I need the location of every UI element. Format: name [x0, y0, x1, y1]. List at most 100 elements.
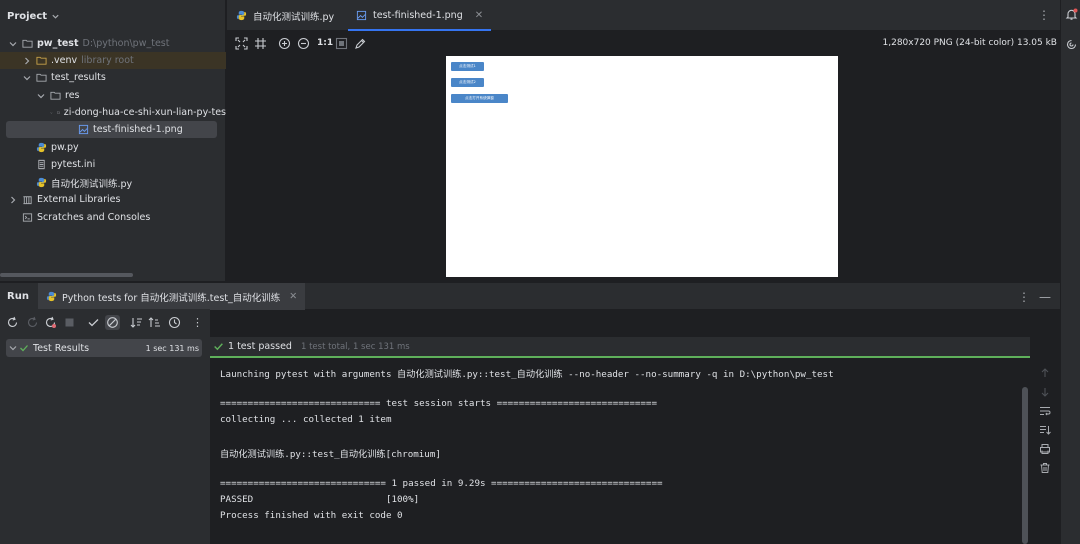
- tree-item-label: pw.py: [51, 142, 79, 153]
- arrow-up-icon[interactable]: [1039, 367, 1051, 379]
- project-view-selector[interactable]: Project: [0, 0, 226, 32]
- tree-item-pytest-ini[interactable]: pytest.ini: [0, 156, 226, 173]
- soft-wrap-icon[interactable]: [1039, 405, 1051, 417]
- image-preview: 点击测试1 点击测试2 点击打开系统弹窗: [446, 56, 838, 277]
- minimize-icon[interactable]: —: [1039, 290, 1051, 304]
- rerun-failed-icon[interactable]: [26, 316, 39, 329]
- scroll-to-end-icon[interactable]: [1039, 424, 1051, 436]
- zoom-in-icon[interactable]: [278, 37, 291, 50]
- run-configuration-tab[interactable]: Python tests for 自动化测试训练.test_自动化训练 ✕: [38, 283, 306, 310]
- console-line: ============================== 1 passed …: [220, 478, 663, 489]
- tree-item-test-finished-png[interactable]: test-finished-1.png: [6, 121, 217, 138]
- tree-item-label: External Libraries: [37, 194, 121, 205]
- notifications-icon[interactable]: [1065, 8, 1078, 21]
- tree-item-test-results[interactable]: test_results: [0, 69, 226, 86]
- check-icon: [19, 343, 29, 353]
- right-tool-strip: [1060, 0, 1080, 544]
- close-icon[interactable]: ✕: [475, 10, 483, 21]
- more-options-icon[interactable]: ⋮: [191, 316, 204, 329]
- tree-item-label: res: [65, 90, 80, 101]
- print-icon[interactable]: [1039, 443, 1051, 455]
- image-file-icon: [356, 10, 367, 21]
- test-status-bar: 1 test passed 1 test total, 1 sec 131 ms: [210, 337, 1030, 358]
- tab-label: test-finished-1.png: [373, 10, 463, 21]
- color-picker-icon[interactable]: [354, 37, 367, 50]
- rerun-icon[interactable]: [6, 316, 19, 329]
- console-line: ============================= test sessi…: [220, 398, 657, 409]
- show-passed-icon[interactable]: [87, 316, 100, 329]
- ai-assistant-icon[interactable]: [1065, 38, 1078, 51]
- console-side-toolbar: [1030, 358, 1060, 544]
- tree-item-label: pw_test: [37, 38, 79, 49]
- run-tool-header: Run Python tests for 自动化测试训练.test_自动化训练 …: [0, 282, 1060, 310]
- chevron-down-icon[interactable]: [36, 91, 46, 101]
- image-canvas: 点击测试1 点击测试2 点击打开系统弹窗: [227, 56, 1060, 281]
- test-results-node[interactable]: Test Results 1 sec 131 ms: [6, 339, 202, 357]
- actual-size-button[interactable]: 1:1: [317, 38, 333, 48]
- settings-file-icon: [36, 159, 47, 170]
- preview-button: 点击打开系统弹窗: [451, 94, 508, 103]
- zoom-out-icon[interactable]: [297, 37, 310, 50]
- status-total: 1 test total, 1 sec 131 ms: [300, 341, 410, 352]
- folder-icon: [36, 72, 47, 83]
- test-results-label: Test Results: [33, 342, 90, 354]
- run-tab-label: Python tests for 自动化测试训练.test_自动化训练: [62, 292, 281, 304]
- fit-to-window-icon[interactable]: [235, 37, 248, 50]
- folder-icon: [56, 107, 60, 118]
- folder-icon: [22, 38, 33, 49]
- folder-icon: [36, 55, 47, 66]
- preview-button: 点击测试2: [451, 78, 484, 87]
- python-file-icon: [236, 10, 247, 21]
- sort-by-duration-icon[interactable]: [148, 316, 161, 329]
- more-options-icon[interactable]: ⋮: [1018, 290, 1030, 304]
- status-passed: 1 test passed: [228, 341, 292, 352]
- test-results-time: 1 sec 131 ms: [145, 343, 199, 353]
- tree-item-hint: library root: [81, 55, 134, 66]
- tree-item-res[interactable]: res: [0, 87, 226, 104]
- tree-item-test-py[interactable]: 自动化测试训练.py: [0, 174, 226, 191]
- scratches-icon: [22, 212, 33, 223]
- console-line: collecting ... collected 1 item: [220, 414, 392, 425]
- tab-test-finished-png[interactable]: test-finished-1.png ✕: [348, 0, 492, 31]
- console-scrollbar[interactable]: [1022, 387, 1028, 544]
- python-file-icon: [36, 177, 47, 188]
- tree-item-label: .venv: [51, 55, 78, 66]
- folder-icon: [50, 90, 61, 101]
- close-icon[interactable]: ✕: [289, 291, 297, 302]
- chevron-down-icon[interactable]: [50, 108, 53, 118]
- chevron-down-icon[interactable]: [8, 39, 18, 49]
- more-options-icon[interactable]: ⋮: [1037, 8, 1051, 22]
- test-history-icon[interactable]: [168, 316, 181, 329]
- chevron-down-icon[interactable]: [8, 343, 18, 353]
- tree-item-label: test_results: [51, 72, 106, 83]
- tree-item-label: 自动化测试训练.py: [51, 178, 133, 190]
- console-line: Launching pytest with arguments 自动化测试训练.…: [220, 369, 834, 380]
- tree-item-test-folder[interactable]: zi-dong-hua-ce-shi-xun-lian-py-tes: [0, 104, 226, 121]
- chevron-right-icon[interactable]: [22, 56, 32, 66]
- tree-item-hint: D:\python\pw_test: [82, 38, 170, 49]
- toggle-auto-test-icon[interactable]: [44, 316, 57, 329]
- tree-item-label: test-finished-1.png: [93, 124, 183, 135]
- tab-label: 自动化测试训练.py: [253, 11, 335, 23]
- tree-item-venv[interactable]: .venv library root: [0, 52, 226, 69]
- background-icon[interactable]: [335, 37, 348, 50]
- project-scrollbar[interactable]: [0, 273, 133, 277]
- grid-icon[interactable]: [254, 37, 267, 50]
- tree-item-label: zi-dong-hua-ce-shi-xun-lian-py-tes: [63, 107, 226, 118]
- arrow-down-icon[interactable]: [1039, 386, 1051, 398]
- sort-alphabetically-icon[interactable]: [130, 316, 143, 329]
- trash-icon[interactable]: [1039, 462, 1051, 474]
- tree-item-external-libraries[interactable]: External Libraries: [0, 191, 226, 208]
- chevron-right-icon[interactable]: [8, 195, 18, 205]
- test-tree-panel: Test Results 1 sec 131 ms: [0, 337, 210, 544]
- tree-item-label: pytest.ini: [51, 159, 96, 170]
- tab-test-py[interactable]: 自动化测试训练.py: [236, 0, 334, 31]
- tree-item-scratches[interactable]: Scratches and Consoles: [0, 209, 226, 226]
- show-ignored-icon[interactable]: [105, 315, 120, 330]
- stop-icon[interactable]: [63, 316, 76, 329]
- chevron-down-icon[interactable]: [22, 73, 32, 83]
- tree-item-pw-py[interactable]: pw.py: [0, 139, 226, 156]
- tree-item-pw-test[interactable]: pw_test D:\python\pw_test: [0, 35, 226, 52]
- console-output[interactable]: Launching pytest with arguments 自动化测试训练.…: [210, 358, 1030, 544]
- tree-item-label: Scratches and Consoles: [37, 212, 151, 223]
